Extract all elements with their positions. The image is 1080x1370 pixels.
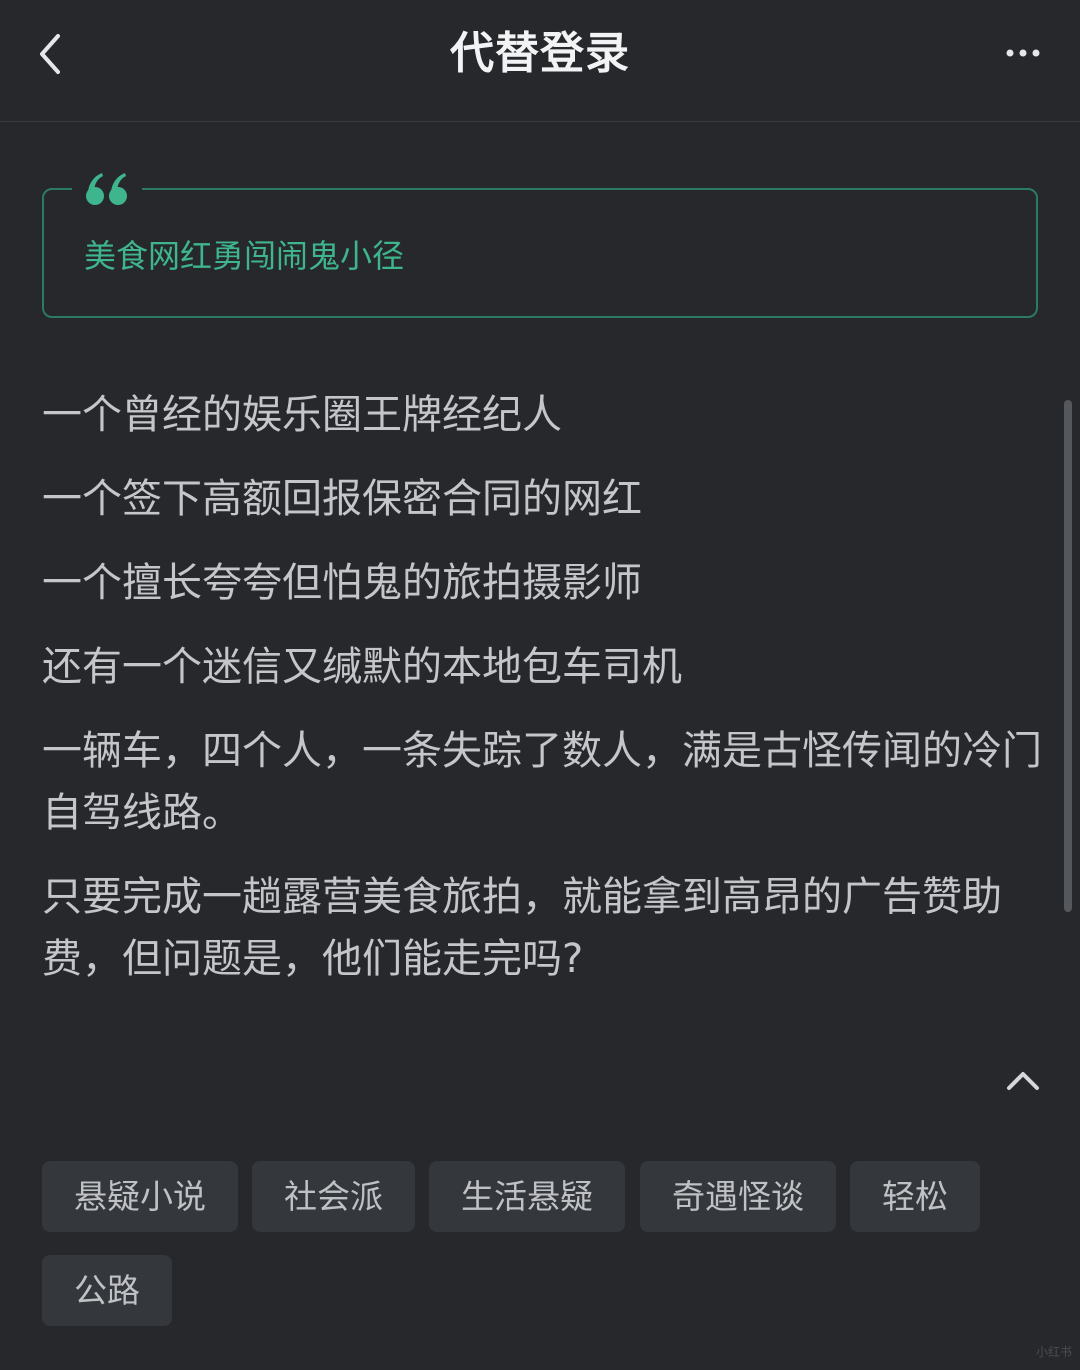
tagline-box: 美食网红勇闯闹鬼小径 [42, 170, 1038, 318]
page-title: 代替登录 [450, 28, 630, 79]
tag-chip[interactable]: 奇遇怪谈 [640, 1161, 836, 1232]
synopsis: 一个曾经的娱乐圈王牌经纪人 一个签下高额回报保密合同的网红 一个擅长夸夸但怕鬼的… [42, 384, 1042, 1012]
tagline-text: 美食网红勇闯闹鬼小径 [84, 237, 405, 275]
more-options-button[interactable] [1004, 38, 1044, 68]
quote-mark-icon [72, 170, 142, 210]
chevron-up-icon [1007, 1072, 1039, 1090]
tag-chip[interactable]: 生活悬疑 [429, 1161, 625, 1232]
synopsis-line: 一个签下高额回报保密合同的网红 [42, 476, 642, 522]
synopsis-line: 还有一个迷信又缄默的本地包车司机 [42, 644, 682, 690]
tag-chip[interactable]: 公路 [42, 1255, 172, 1326]
synopsis-line: 一辆车，四个人，一条失踪了数人，满是古怪传闻的冷门自驾线路。 [42, 728, 1042, 836]
scrollbar[interactable] [1064, 400, 1072, 912]
tag-chip[interactable]: 轻松 [850, 1161, 980, 1232]
top-nav-bar: 代替登录 [0, 0, 1080, 122]
synopsis-line: 只要完成一趟露营美食旅拍，就能拿到高昂的广告赞助费，但问题是，他们能走完吗? [42, 874, 1002, 982]
synopsis-line: 一个擅长夸夸但怕鬼的旅拍摄影师 [42, 560, 642, 606]
watermark: 小红书 [1035, 1345, 1072, 1359]
tag-chip[interactable]: 悬疑小说 [42, 1161, 238, 1232]
tag-chip[interactable]: 社会派 [252, 1161, 415, 1232]
collapse-button[interactable] [1000, 1060, 1046, 1100]
more-dots-icon [1006, 49, 1040, 57]
synopsis-line: 一个曾经的娱乐圈王牌经纪人 [42, 392, 562, 438]
